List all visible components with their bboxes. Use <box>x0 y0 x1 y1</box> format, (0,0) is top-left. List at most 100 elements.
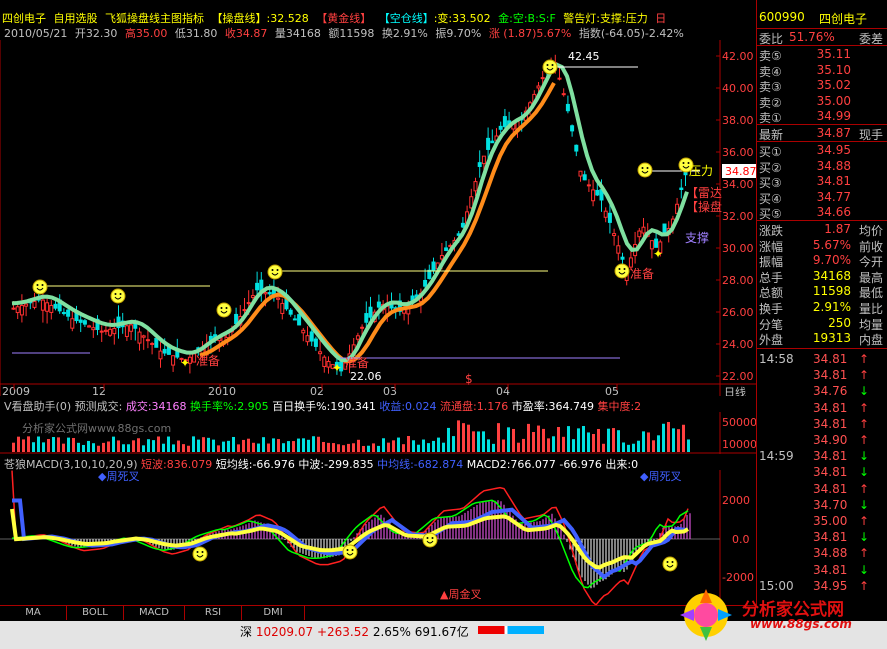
volume-bar <box>677 429 680 452</box>
volume-bar <box>272 438 275 452</box>
volume-bar <box>177 440 180 452</box>
candle-body <box>87 325 92 328</box>
bid-row-2: 买② 34.88 <box>759 158 885 175</box>
macd-chart[interactable]: ◆周死叉 ◆周死叉 ▲周金叉 2000 0.0 -2000 <box>0 470 756 605</box>
macd-tick-top: 2000 <box>722 494 750 507</box>
quote-rise: 涨 (1.87)5.67% <box>488 27 572 40</box>
ask-row-5-value: 35.11 <box>816 47 851 61</box>
volume-bar <box>527 423 530 452</box>
candle-body <box>145 339 150 342</box>
candle-body <box>137 331 142 344</box>
low-label: 22.06 <box>350 370 382 383</box>
volume-bar <box>472 431 475 452</box>
volume-bar <box>52 437 55 452</box>
candle-body <box>326 360 331 368</box>
volume-bar <box>302 438 305 452</box>
volume-bar <box>322 441 325 452</box>
quote-turnover: 换2.91% <box>381 27 428 40</box>
volume-bar <box>232 436 235 452</box>
candle-body <box>376 301 381 308</box>
tab-macd[interactable]: MACD <box>124 606 185 620</box>
tick-price: 34.81 <box>813 481 848 496</box>
price-tick-label: 42.00 <box>722 50 754 63</box>
candle-body <box>24 303 29 307</box>
volume-chart[interactable]: 分析家公式网www.88gs.com 50000 10000 <box>0 412 756 454</box>
stat-row-4-extra: 最低 <box>858 286 883 301</box>
tick-arrow: ↑ <box>859 578 870 593</box>
volume-bar <box>562 436 565 452</box>
select-menu[interactable]: 自用选股 <box>54 12 98 25</box>
index-value: 10209.07 <box>255 625 314 639</box>
bid-row-4-value: 34.77 <box>816 189 851 204</box>
watermark: 分析家公式网www.88gs.com <box>22 421 171 435</box>
volume-bar <box>257 443 260 452</box>
volume-bar <box>147 439 150 452</box>
indicator-name[interactable]: 飞狐操盘线主图指标 <box>105 12 204 25</box>
tab-ma[interactable]: MA <box>0 606 67 620</box>
date-tick-label: 2009 <box>2 385 30 396</box>
market-index: 深 10209.07 +263.52 2.65% 691.67亿 <box>240 623 469 640</box>
stat-row-0-extra: 均价 <box>858 224 883 238</box>
volume-bar <box>102 442 105 452</box>
operate-line-value: :32.528 <box>266 12 309 25</box>
candle-body <box>49 304 54 313</box>
candle-body <box>628 257 633 268</box>
volume-bar <box>137 438 140 452</box>
tab-dmi[interactable]: DMI <box>242 606 305 620</box>
candle-body <box>431 261 436 272</box>
volume-bar <box>277 439 280 452</box>
stat-row-6: 分笔 250 均量 <box>759 315 885 332</box>
stat-row-3-extra: 最高 <box>858 270 883 285</box>
current-price-text: 34.87 <box>725 165 756 178</box>
volume-bar <box>372 443 375 452</box>
danger-label: 【雷达 <box>686 186 722 200</box>
stock-name[interactable]: 四创电子 <box>2 12 46 25</box>
tick-row: 14:59 34.81 ↓ <box>759 449 885 463</box>
volume-bar <box>442 442 445 452</box>
volume-bar <box>387 442 390 452</box>
stat-row-6-value: 250 <box>828 315 851 330</box>
candle-body <box>11 307 16 310</box>
stat-row-1: 涨幅 5.67% 前收 <box>759 238 885 254</box>
volume-bar <box>407 436 410 452</box>
smiley-icon <box>216 302 232 318</box>
volume-bar <box>552 436 555 452</box>
candle-body <box>70 318 75 329</box>
volume-bar <box>227 440 230 452</box>
tick-price: 34.81 <box>813 368 848 383</box>
gold-line-label: 【黄金线】 <box>316 12 372 25</box>
volume-bar <box>342 445 345 452</box>
tick-row: 15:00 34.95 ↑ <box>759 579 885 593</box>
volume-bar <box>212 439 215 452</box>
stat-row-7: 外盘 19313 内盘 <box>759 331 885 347</box>
bid-row-5-label: 买⑤ <box>759 207 782 221</box>
tick-row: 34.81 ↑ <box>759 482 885 496</box>
candle-body <box>364 313 369 323</box>
tab-boll[interactable]: BOLL <box>67 606 124 620</box>
volume-bar <box>497 423 500 452</box>
bid-row-3: 买③ 34.81 <box>759 174 885 190</box>
stat-row-4-value: 11598 <box>812 284 851 299</box>
tick-row: 35.00 ↑ <box>759 514 885 528</box>
candle-body <box>591 189 596 202</box>
tab-rsi[interactable]: RSI <box>185 606 242 620</box>
operate-label: 【操盘 <box>686 199 722 214</box>
ask-row-3-label: 卖③ <box>759 80 782 94</box>
candle-body <box>78 319 83 323</box>
quote-date: 2010/05/21 <box>4 27 68 40</box>
period-flag[interactable]: 日 <box>655 12 666 25</box>
stat-row-6-label: 分笔 <box>759 317 784 332</box>
candle-body <box>423 279 428 287</box>
tick-price: 34.81 <box>813 449 848 464</box>
volume-bar <box>357 439 360 452</box>
volume-bar <box>142 445 145 452</box>
candle-body <box>255 282 260 291</box>
price-chart[interactable]: ✦ ✦ ✦ 42.45 22.06 压力 支撑 准备 准备 准备 【雷达 【操盘 $… <box>0 40 756 396</box>
volume-bar <box>537 425 540 452</box>
tick-arrow: ↓ <box>859 449 870 464</box>
quote-low: 低31.80 <box>174 27 218 40</box>
bid-row-2-value: 34.88 <box>816 158 851 173</box>
volume-bar <box>327 442 330 452</box>
volume-bar <box>107 441 110 452</box>
volume-bar <box>582 426 585 452</box>
